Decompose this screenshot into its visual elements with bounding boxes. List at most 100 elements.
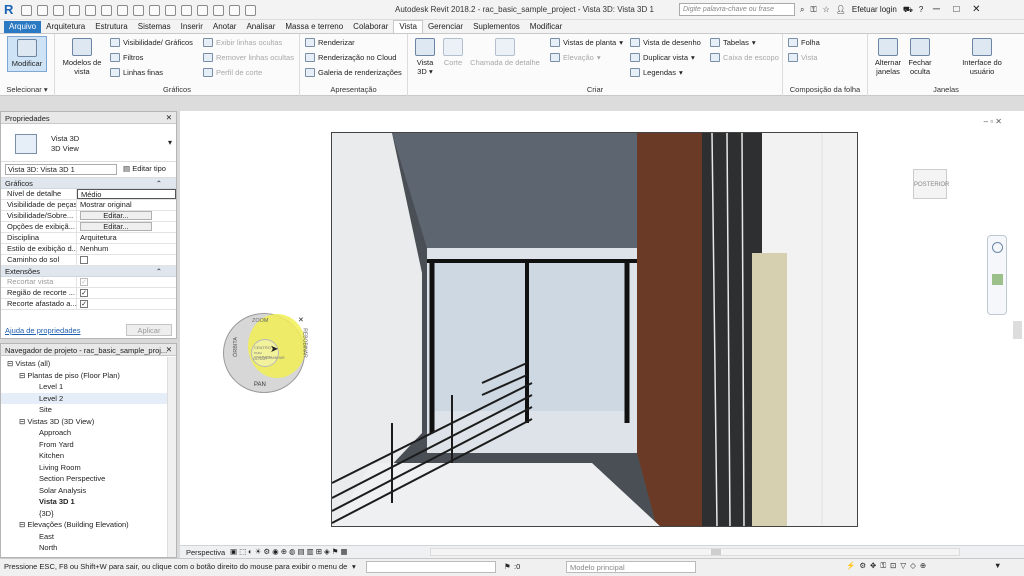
cart-icon[interactable]: ⛟ bbox=[903, 5, 913, 15]
tree-item[interactable]: East bbox=[1, 531, 176, 543]
redo-icon[interactable] bbox=[85, 4, 96, 16]
tree-item[interactable]: Kitchen bbox=[1, 450, 176, 462]
edit-visibility-button[interactable]: Editar... bbox=[80, 211, 152, 220]
binoculars-search-icon[interactable]: ⌕ bbox=[800, 5, 804, 15]
text-icon[interactable] bbox=[165, 4, 176, 16]
tree-item[interactable]: From Yard bbox=[1, 439, 176, 451]
tab-massa-terreno[interactable]: Massa e terreno bbox=[280, 21, 348, 33]
scroll-thumb[interactable] bbox=[711, 549, 721, 555]
edit-display-options-button[interactable]: Editar... bbox=[80, 222, 152, 231]
close-hidden-button[interactable]: Fechar oculta bbox=[906, 38, 934, 76]
subscription-icon[interactable]: ⚿ bbox=[810, 5, 816, 15]
drafting-view-button[interactable]: Vista de desenho bbox=[630, 38, 701, 47]
edit-type-button[interactable]: ▤ Editar tipo bbox=[123, 164, 166, 173]
tree-item[interactable]: ⊟ Vistas (all) bbox=[1, 358, 176, 370]
show-hidden-lines-button[interactable]: Exibir linhas ocultas bbox=[203, 38, 282, 47]
type-selector[interactable]: Vista 3D 3D View ▾ bbox=[1, 124, 176, 162]
modify-button[interactable]: Modificar bbox=[7, 36, 47, 72]
elevation-button[interactable]: Elevação ▾ bbox=[550, 53, 601, 62]
tree-item[interactable]: ⊟ Elevações (Building Elevation) bbox=[1, 519, 176, 531]
tab-sistemas[interactable]: Sistemas bbox=[133, 21, 176, 33]
switch-windows-button[interactable]: Alternar janelas bbox=[872, 38, 904, 76]
tag-icon[interactable] bbox=[149, 4, 160, 16]
tree-item[interactable]: Level 2 bbox=[1, 392, 176, 404]
filters-button[interactable]: Filtros bbox=[110, 53, 143, 62]
thin-lines-icon[interactable] bbox=[213, 4, 224, 16]
login-link[interactable]: Efetuar login bbox=[852, 5, 897, 14]
sync-icon[interactable] bbox=[53, 4, 64, 16]
wheel-pan[interactable]: PAN bbox=[254, 382, 266, 388]
view-mode-label[interactable]: Perspectiva bbox=[186, 548, 225, 557]
tab-anotar[interactable]: Anotar bbox=[208, 21, 242, 33]
dimension-icon[interactable] bbox=[133, 4, 144, 16]
navigation-bar[interactable] bbox=[987, 235, 1007, 315]
user-interface-button[interactable]: Interface do usuário bbox=[958, 38, 1006, 76]
wheel-close-icon[interactable]: ✕ bbox=[298, 316, 304, 324]
user-icon[interactable]: 👤︎ bbox=[836, 5, 846, 14]
scope-box-button[interactable]: Caixa de escopo bbox=[710, 53, 779, 62]
tab-analisar[interactable]: Analisar bbox=[241, 21, 280, 33]
default-3d-view-icon[interactable] bbox=[181, 4, 192, 16]
selection-filter-icons[interactable]: ⚡⚙✥⚿⊡▽◇⊕ bbox=[846, 561, 930, 571]
close-icon[interactable]: ✕ bbox=[969, 4, 983, 15]
tree-item[interactable]: Vista 3D 1 bbox=[1, 496, 176, 508]
view-templates-button[interactable]: Modelos de vista bbox=[61, 38, 103, 76]
far-clip-checkbox[interactable]: ✓ bbox=[80, 300, 88, 309]
category-extensoes[interactable]: Extensões ⌃ bbox=[1, 266, 176, 277]
wheel-center[interactable]: CENTRO bbox=[254, 345, 271, 350]
plan-views-button[interactable]: Vistas de planta ▾ bbox=[550, 38, 623, 47]
view-window-controls[interactable]: – ▫ ✕ bbox=[984, 117, 1002, 126]
tree-item[interactable]: Living Room bbox=[1, 462, 176, 474]
tree-item[interactable]: North bbox=[1, 542, 176, 554]
tab-suplementos[interactable]: Suplementos bbox=[468, 21, 525, 33]
browser-scrollbar[interactable] bbox=[167, 357, 176, 557]
panel-label-selecionar[interactable]: Selecionar ▾ bbox=[0, 85, 54, 94]
render-cloud-button[interactable]: Renderização no Cloud bbox=[305, 53, 396, 62]
section-button[interactable]: Corte bbox=[440, 38, 466, 67]
legends-button[interactable]: Legendas ▾ bbox=[630, 68, 683, 77]
category-graficos[interactable]: Gráficos ⌃ bbox=[1, 178, 176, 189]
properties-help-link[interactable]: Ajuda de propriedades bbox=[5, 326, 80, 335]
design-option-select[interactable]: Modelo principal bbox=[566, 561, 696, 573]
remove-hidden-lines-button[interactable]: Remover linhas ocultas bbox=[203, 53, 294, 62]
open-icon[interactable] bbox=[21, 4, 32, 16]
filter-icon[interactable]: ▼ bbox=[994, 561, 1001, 570]
3d-view-button[interactable]: Vista 3D ▾ bbox=[412, 38, 438, 76]
tree-item[interactable]: Solar Analysis bbox=[1, 485, 176, 497]
tab-gerenciar[interactable]: Gerenciar bbox=[423, 21, 468, 33]
crop-region-checkbox[interactable]: ✓ bbox=[80, 289, 88, 298]
minimize-icon[interactable]: ─ bbox=[929, 4, 943, 15]
instance-filter-select[interactable]: Vista 3D: Vista 3D 1 bbox=[5, 164, 117, 175]
apply-button[interactable]: Aplicar bbox=[126, 324, 172, 336]
zoom-icon[interactable] bbox=[992, 274, 1003, 285]
crop-view-checkbox[interactable]: ✓ bbox=[80, 278, 88, 287]
wheel-rewind[interactable]: REBOBINAR bbox=[302, 328, 308, 357]
tab-arquitetura[interactable]: Arquitetura bbox=[41, 21, 90, 33]
steering-wheel[interactable]: ZOOM ÓRBITA REBOBINAR PAN CENTRO OLHAR P… bbox=[223, 313, 308, 393]
tree-item[interactable]: Level 1 bbox=[1, 381, 176, 393]
close-icon[interactable]: ✕ bbox=[166, 113, 172, 122]
tab-estrutura[interactable]: Estrutura bbox=[90, 21, 132, 33]
search-input[interactable]: Digite palavra-chave ou frase bbox=[679, 3, 795, 16]
print-icon[interactable] bbox=[101, 4, 112, 16]
tab-vista[interactable]: Vista bbox=[393, 20, 423, 33]
help-icon[interactable]: ? bbox=[919, 5, 923, 14]
wheel-walk[interactable]: CAMINHAR bbox=[266, 356, 285, 360]
place-view-button[interactable]: Vista bbox=[788, 53, 818, 62]
tree-item[interactable]: Site bbox=[1, 404, 176, 416]
save-icon[interactable] bbox=[37, 4, 48, 16]
render-button[interactable]: Renderizar bbox=[305, 38, 355, 47]
workset-select[interactable] bbox=[366, 561, 496, 573]
horizontal-scrollbar[interactable] bbox=[430, 548, 960, 556]
favorites-star-icon[interactable]: ☆ bbox=[823, 5, 830, 14]
detail-level-field[interactable]: Médio bbox=[77, 189, 176, 199]
duplicate-view-button[interactable]: Duplicar vista ▾ bbox=[630, 53, 695, 62]
revit-logo-icon[interactable]: R bbox=[4, 3, 16, 17]
section-icon[interactable] bbox=[197, 4, 208, 16]
tree-item[interactable]: ⊟ Plantas de piso (Floor Plan) bbox=[1, 370, 176, 382]
view-control-icons[interactable]: ▣⬚◐☀⚙◉⊕◍▤▥⊞◈⚑▦ bbox=[230, 547, 350, 556]
render-gallery-button[interactable]: Galeria de renderizações bbox=[305, 68, 402, 77]
switch-windows-icon[interactable] bbox=[245, 4, 256, 16]
steering-wheel-icon[interactable] bbox=[992, 242, 1003, 253]
undo-icon[interactable] bbox=[69, 4, 80, 16]
